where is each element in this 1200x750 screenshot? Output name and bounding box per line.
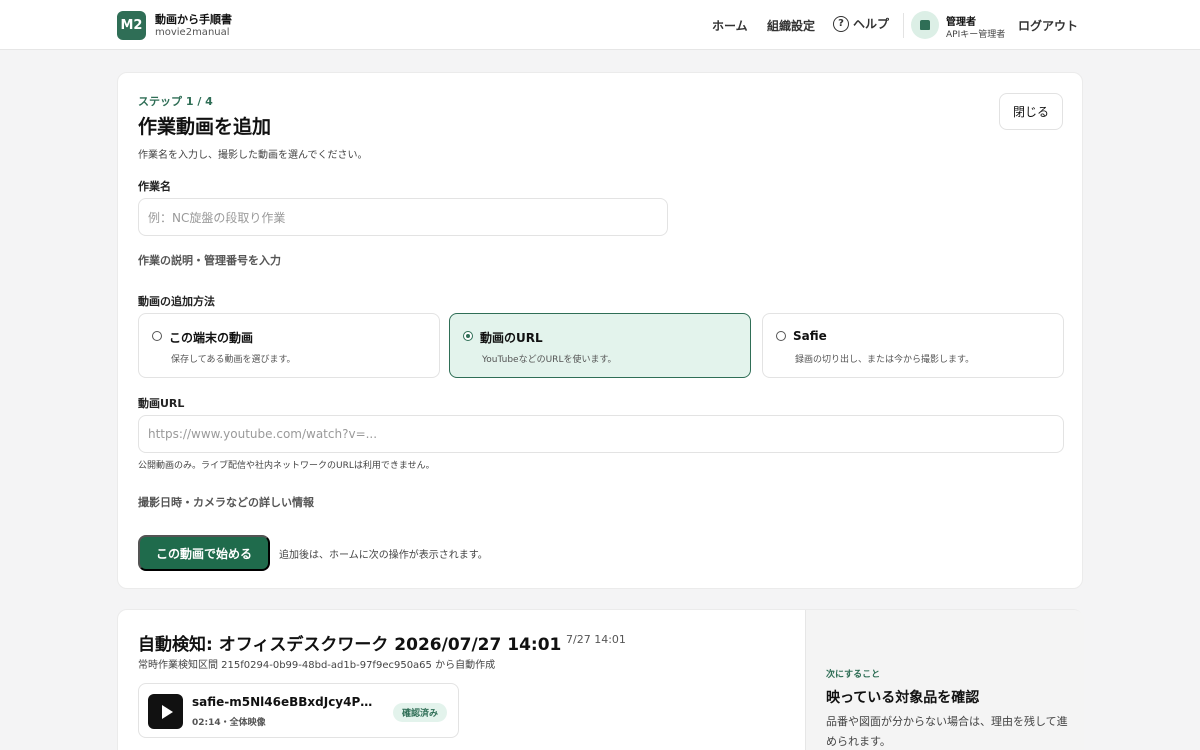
method-option-desc: 録画の切り出し、または今から撮影します。 [795,355,975,365]
step-indicator: ステップ 1 / 4 [138,95,213,108]
method-option-desc: YouTubeなどのURLを使います。 [482,355,617,365]
video-meta: 02:14・全体映像 [192,718,266,728]
nav-help[interactable]: ? ヘルプ [833,15,889,32]
user-name: 管理者 [946,17,976,28]
radio-url[interactable] [463,331,473,341]
method-option-desc: 保存してある動画を選びます。 [171,355,296,365]
page-title: 作業動画を追加 [138,116,272,138]
auto-detect-card[interactable]: 自動検知: オフィスデスクワーク 2026/07/27 14:01 7/27 1… [117,609,1084,750]
radio-safie[interactable] [776,331,786,341]
logo-badge[interactable]: M2 [117,11,146,40]
next-action-panel: 次にすること 映っている対象品を確認 品番や図面が分からない場合は、理由を残して… [805,610,1084,750]
auto-detect-subtitle: 常時作業検知区間 215f0294-0b99-48bd-ad1b-97f9ec9… [138,660,496,671]
app-title: 動画から手順書 [155,13,232,26]
close-button[interactable]: 閉じる [999,93,1063,130]
method-option-title: 動画のURL [480,331,543,345]
task-name-input[interactable]: 例：NC旋盤の段取り作業 [138,198,668,236]
method-label: 動画の追加方法 [138,295,215,308]
nav-org-settings[interactable]: 組織設定 [767,17,815,34]
nav-home[interactable]: ホーム [712,17,748,34]
method-option-title: この端末の動画 [169,331,254,345]
play-button[interactable] [148,694,183,729]
user-role: APIキー管理者 [946,30,1006,40]
url-label: 動画URL [138,397,185,410]
radio-device[interactable] [152,331,162,341]
video-name: safie-m5Nl46eBBxdJcy4P… [192,695,373,709]
method-option-safie[interactable]: Safie 録画の切り出し、または今から撮影します。 [762,313,1064,378]
start-button[interactable]: この動画で始める [138,535,270,571]
help-label: ヘルプ [853,17,890,31]
video-item[interactable]: safie-m5Nl46eBBxdJcy4P… 02:14・全体映像 確認済み [138,683,459,738]
url-input[interactable]: https://www.youtube.com/watch?v=... [138,415,1064,453]
description-toggle[interactable]: 作業の説明・管理番号を入力 [138,252,281,268]
next-title: 映っている対象品を確認 [826,690,980,706]
add-video-card: ステップ 1 / 4 作業動画を追加 閉じる 作業名を入力し、撮影した動画を選ん… [117,72,1083,589]
after-note: 追加後は、ホームに次の操作が表示されます。 [279,550,488,561]
method-option-url[interactable]: 動画のURL YouTubeなどのURLを使います。 [449,313,751,378]
app-subtitle: movie2manual [155,27,230,38]
user-icon [920,20,930,30]
details-toggle[interactable]: 撮影日時・カメラなどの詳しい情報 [138,494,314,510]
method-option-device[interactable]: この端末の動画 保存してある動画を選びます。 [138,313,440,378]
intro-text: 作業名を入力し、撮影した動画を選んでください。 [138,150,368,161]
task-name-label: 作業名 [138,180,171,193]
next-label: 次にすること [826,670,881,680]
url-hint: 公開動画のみ。ライブ配信や社内ネットワークのURLは利用できません。 [138,461,435,471]
auto-detect-title: 自動検知: オフィスデスクワーク 2026/07/27 14:01 [138,635,562,655]
method-option-title: Safie [793,329,827,343]
next-desc: 品番や図面が分からない場合は、理由を残して進められます。 [826,715,1068,748]
help-icon: ? [833,15,849,32]
header-divider [903,13,904,38]
app-header: M2 動画から手順書 movie2manual ホーム 組織設定 ? ヘルプ 管… [0,0,1200,50]
logout-link[interactable]: ログアウト [1018,17,1078,34]
status-badge: 確認済み [393,703,448,722]
play-icon [161,704,173,719]
auto-detect-time: 7/27 14:01 [566,633,626,646]
user-avatar [911,11,939,39]
